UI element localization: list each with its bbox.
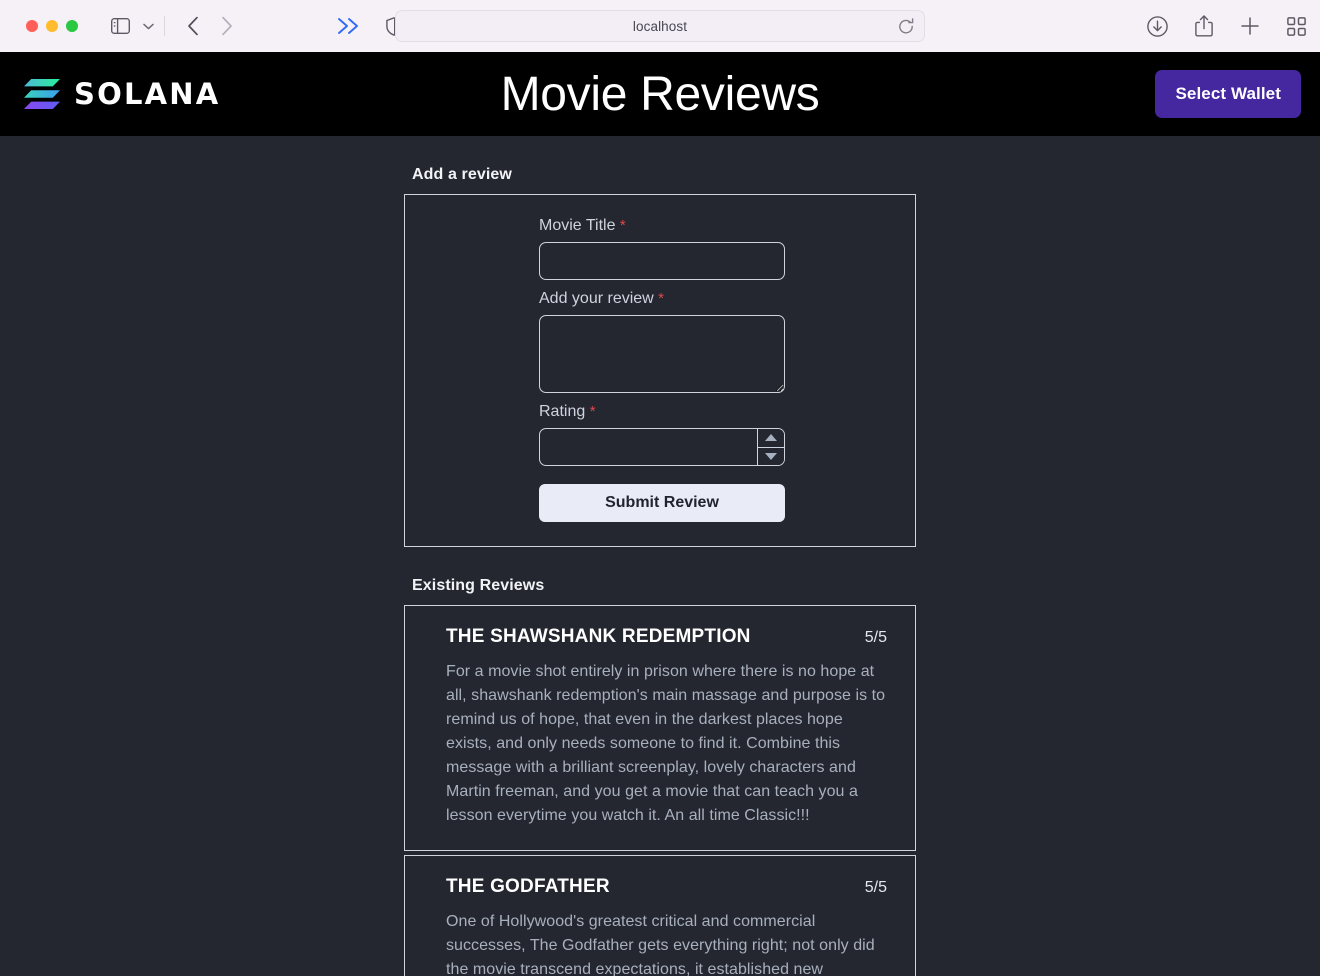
required-asterisk: * <box>620 217 626 234</box>
required-asterisk: * <box>590 403 596 420</box>
reload-icon[interactable] <box>898 18 914 35</box>
brand[interactable]: SOLANA <box>24 77 220 111</box>
browser-toolbar: localhost <box>0 0 1320 52</box>
window-controls <box>26 20 78 32</box>
add-review-heading: Add a review <box>412 166 916 184</box>
triangle-up-icon <box>765 434 777 441</box>
triangle-down-icon <box>765 453 777 460</box>
review-body-label-text: Add your review <box>539 290 654 307</box>
url-text: localhost <box>633 19 687 34</box>
review-header: THE SHAWSHANK REDEMPTION 5/5 <box>446 626 887 648</box>
rating-stepper[interactable] <box>539 428 785 466</box>
review-rating: 5/5 <box>865 879 887 897</box>
review-title: THE GODFATHER <box>446 876 610 898</box>
share-icon[interactable] <box>1195 15 1213 37</box>
rating-stepper-buttons <box>757 429 784 465</box>
review-header: THE GODFATHER 5/5 <box>446 876 887 898</box>
chevron-down-icon[interactable] <box>143 23 154 30</box>
toolbar-divider <box>164 16 165 36</box>
review-form: Movie Title * Add your review * Rating * <box>539 217 785 522</box>
page-content: Add a review Movie Title * Add your revi… <box>0 136 1320 976</box>
existing-reviews-heading: Existing Reviews <box>412 577 916 595</box>
required-asterisk: * <box>658 290 664 307</box>
review-body: For a movie shot entirely in prison wher… <box>446 660 887 828</box>
brand-name: SOLANA <box>74 77 220 111</box>
solana-logo-icon <box>24 79 60 109</box>
sidebar-icon[interactable] <box>111 18 130 34</box>
movie-title-label: Movie Title * <box>539 217 785 235</box>
review-card: THE GODFATHER 5/5 One of Hollywood's gre… <box>404 855 916 976</box>
review-body-label: Add your review * <box>539 290 785 308</box>
back-arrow-icon[interactable] <box>187 16 199 36</box>
review-title: THE SHAWSHANK REDEMPTION <box>446 626 751 648</box>
add-review-panel: Movie Title * Add your review * Rating * <box>404 194 916 547</box>
rating-label-text: Rating <box>539 403 585 420</box>
submit-review-button[interactable]: Submit Review <box>539 484 785 522</box>
rating-decrement-button[interactable] <box>758 448 784 466</box>
movie-title-label-text: Movie Title <box>539 217 615 234</box>
select-wallet-button[interactable]: Select Wallet <box>1155 70 1301 118</box>
minimize-window-button[interactable] <box>46 20 58 32</box>
tab-overview-icon[interactable] <box>1287 17 1306 36</box>
rating-input[interactable] <box>539 428 785 466</box>
review-card: THE SHAWSHANK REDEMPTION 5/5 For a movie… <box>404 605 916 851</box>
movie-title-input[interactable] <box>539 242 785 280</box>
plus-icon[interactable] <box>1240 16 1260 36</box>
close-window-button[interactable] <box>26 20 38 32</box>
rating-increment-button[interactable] <box>758 429 784 448</box>
toolbar-right-icons <box>1147 0 1306 52</box>
rating-label: Rating * <box>539 403 785 421</box>
content-column: Add a review Movie Title * Add your revi… <box>404 136 916 976</box>
maximize-window-button[interactable] <box>66 20 78 32</box>
address-bar[interactable]: localhost <box>395 10 925 42</box>
review-rating: 5/5 <box>865 629 887 647</box>
review-body-input[interactable] <box>539 315 785 393</box>
download-icon[interactable] <box>1147 16 1168 37</box>
app-header: SOLANA Movie Reviews Select Wallet <box>0 52 1320 136</box>
review-body: One of Hollywood's greatest critical and… <box>446 910 887 976</box>
forward-arrow-icon[interactable] <box>221 16 233 36</box>
fast-forward-icon[interactable] <box>337 17 361 35</box>
